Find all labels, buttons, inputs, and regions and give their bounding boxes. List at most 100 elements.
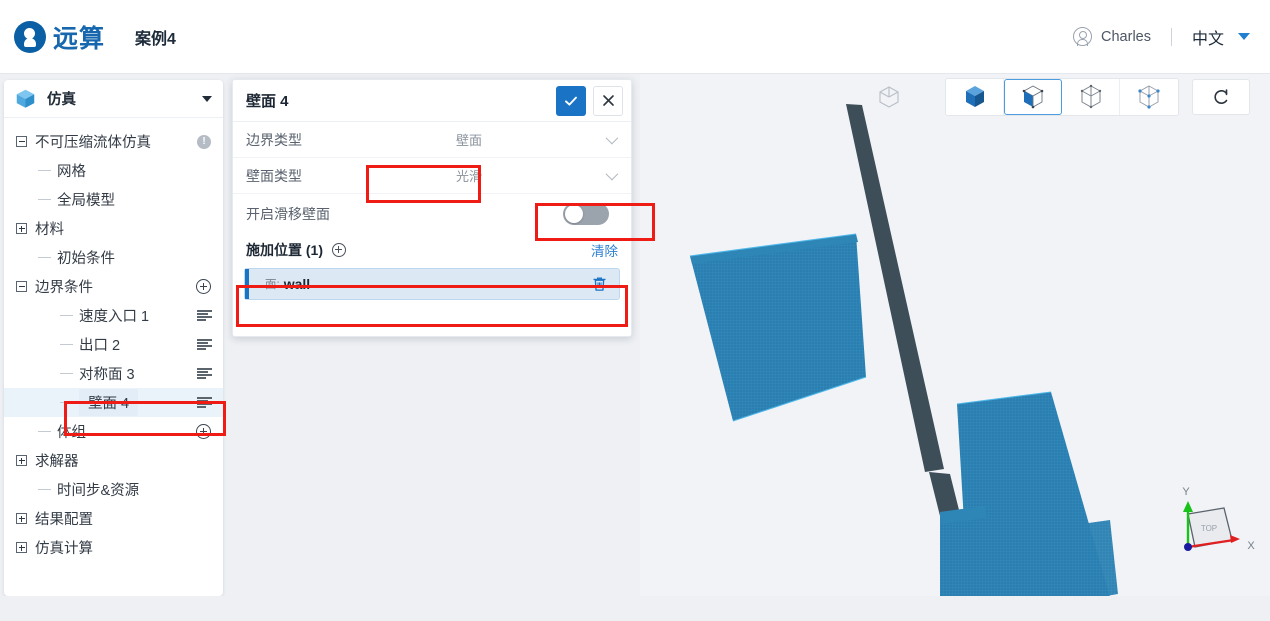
view-mode-half-button[interactable] xyxy=(1004,79,1062,115)
list-menu-icon[interactable] xyxy=(197,396,212,409)
app-root: 远算 案例4 Charles 中文 仿真 不可压缩流体仿真! 网格全局模型 材料 初始… xyxy=(0,0,1270,621)
tree-item-label: 速度入口 1 xyxy=(79,309,150,325)
logo-text: 远算 xyxy=(53,24,106,53)
expand-icon[interactable] xyxy=(16,542,27,553)
cube-half-icon xyxy=(1022,85,1044,109)
tree-connector xyxy=(38,489,51,490)
axis-face-label: TOP xyxy=(1201,524,1217,533)
add-icon[interactable] xyxy=(196,279,211,294)
dialog-title: 壁面 4 xyxy=(246,93,289,110)
wall-type-label: 壁面类型 xyxy=(246,167,302,184)
cube-solid-icon xyxy=(965,86,984,107)
tree-connector xyxy=(60,344,73,345)
tree-item-3[interactable]: 材料 xyxy=(4,214,223,243)
assignment-item[interactable]: 面: wall xyxy=(244,268,620,300)
model-viewport[interactable]: TOP Y X xyxy=(640,74,1270,621)
plus-circle-icon[interactable] xyxy=(332,242,346,257)
assignment-section-title: 施加位置 (1) xyxy=(246,241,323,258)
view-mode-solid-button[interactable] xyxy=(946,79,1004,115)
tree-item-2[interactable]: 全局模型 xyxy=(4,185,223,214)
sidebar-panel: 仿真 不可压缩流体仿真! 网格全局模型 材料 初始条件边界条件速度入口 1 出口 2 对称… xyxy=(4,80,223,596)
caret-down-icon[interactable] xyxy=(202,95,212,102)
axis-y-label: Y xyxy=(1182,486,1190,498)
confirm-button[interactable] xyxy=(556,85,586,116)
tree-item-11[interactable]: 求解器 xyxy=(4,446,223,475)
tree-connector xyxy=(38,199,51,200)
tree-item-13[interactable]: 结果配置 xyxy=(4,504,223,533)
tree-item-label: 仿真计算 xyxy=(35,541,93,557)
view-mode-wireframe-button[interactable] xyxy=(1062,79,1120,115)
axis-orientation-widget[interactable]: TOP Y X xyxy=(1162,484,1258,576)
tree-item-14[interactable]: 仿真计算 xyxy=(4,533,223,562)
info-icon[interactable]: ! xyxy=(197,134,211,149)
close-icon xyxy=(602,95,614,106)
tree-item-label: 对称面 3 xyxy=(79,367,135,383)
wall-type-row[interactable]: 壁面类型 光滑 xyxy=(233,158,631,194)
brand-logo[interactable]: 远算 xyxy=(14,19,105,55)
user-avatar-icon xyxy=(1073,27,1093,46)
add-icon[interactable] xyxy=(196,424,211,439)
tree-item-label: 网格 xyxy=(57,164,86,180)
view-mode-points-button[interactable] xyxy=(1120,79,1178,115)
wall-type-value: 光滑 xyxy=(455,169,482,184)
expand-icon[interactable] xyxy=(16,223,27,234)
dialog-header: 壁面 4 xyxy=(233,80,631,122)
list-menu-icon[interactable] xyxy=(197,367,212,380)
reset-view-button[interactable] xyxy=(1192,79,1250,115)
tree-item-label: 出口 2 xyxy=(79,338,121,354)
case-title: 案例4 xyxy=(135,30,176,48)
tree-item-label: 不可压缩流体仿真 xyxy=(35,135,151,151)
tree-item-label: 体组 xyxy=(57,425,86,441)
language-label[interactable]: 中文 xyxy=(1192,25,1224,49)
collapse-icon[interactable] xyxy=(16,136,27,147)
tree-item-label: 求解器 xyxy=(35,454,79,470)
tree-item-0[interactable]: 不可压缩流体仿真! xyxy=(4,127,223,156)
dialog-actions xyxy=(556,85,623,116)
boundary-type-value: 壁面 xyxy=(455,133,482,148)
tree-item-4[interactable]: 初始条件 xyxy=(4,243,223,272)
expand-icon[interactable] xyxy=(16,455,27,466)
slip-wall-row: 开启滑移壁面 xyxy=(233,194,631,234)
app-header: 远算 案例4 Charles 中文 xyxy=(0,0,1270,74)
cube-wireframe-icon xyxy=(1080,84,1101,109)
toggle-knob xyxy=(565,205,583,223)
assignment-name: wall xyxy=(283,276,311,292)
tree-item-label: 壁面 4 xyxy=(79,389,139,416)
tree-item-label: 边界条件 xyxy=(35,280,93,296)
list-menu-icon[interactable] xyxy=(197,309,212,322)
trash-icon[interactable] xyxy=(592,276,607,292)
tree-item-6[interactable]: 速度入口 1 xyxy=(4,301,223,330)
logo-mark-icon xyxy=(14,20,46,53)
list-menu-icon[interactable] xyxy=(197,338,212,351)
tree-item-1[interactable]: 网格 xyxy=(4,156,223,185)
close-button[interactable] xyxy=(593,85,623,116)
cube-outline-icon[interactable] xyxy=(875,83,903,111)
slip-wall-label: 开启滑移壁面 xyxy=(246,206,330,222)
reset-rotate-icon xyxy=(1214,89,1228,104)
simulation-tree: 不可压缩流体仿真! 网格全局模型 材料 初始条件边界条件速度入口 1 出口 2 对称面 3… xyxy=(4,118,223,562)
caret-down-icon[interactable] xyxy=(1238,33,1250,40)
tree-item-12[interactable]: 时间步&资源 xyxy=(4,475,223,504)
tree-item-label: 时间步&资源 xyxy=(57,483,140,499)
chevron-down-icon[interactable] xyxy=(605,167,619,181)
collapse-icon[interactable] xyxy=(16,281,27,292)
tree-item-7[interactable]: 出口 2 xyxy=(4,330,223,359)
tree-item-8[interactable]: 对称面 3 xyxy=(4,359,223,388)
clear-button[interactable]: 清除 xyxy=(591,240,618,260)
user-menu[interactable]: Charles xyxy=(1073,27,1151,46)
assignment-prefix: 面: xyxy=(265,279,280,291)
check-icon xyxy=(565,96,577,106)
user-name: Charles xyxy=(1101,28,1151,45)
tree-connector xyxy=(38,431,51,432)
slip-wall-toggle[interactable] xyxy=(563,203,609,225)
boundary-type-row[interactable]: 边界类型 壁面 xyxy=(233,122,631,158)
tree-item-10[interactable]: 体组 xyxy=(4,417,223,446)
tree-item-5[interactable]: 边界条件 xyxy=(4,272,223,301)
sidebar-header[interactable]: 仿真 xyxy=(4,80,223,118)
tree-item-9[interactable]: 壁面 4 xyxy=(4,388,223,417)
tree-connector xyxy=(60,315,73,316)
tree-connector xyxy=(60,402,73,403)
assignment-section-header: 施加位置 (1) 清除 xyxy=(233,234,631,262)
expand-icon[interactable] xyxy=(16,513,27,524)
chevron-down-icon[interactable] xyxy=(605,131,619,145)
